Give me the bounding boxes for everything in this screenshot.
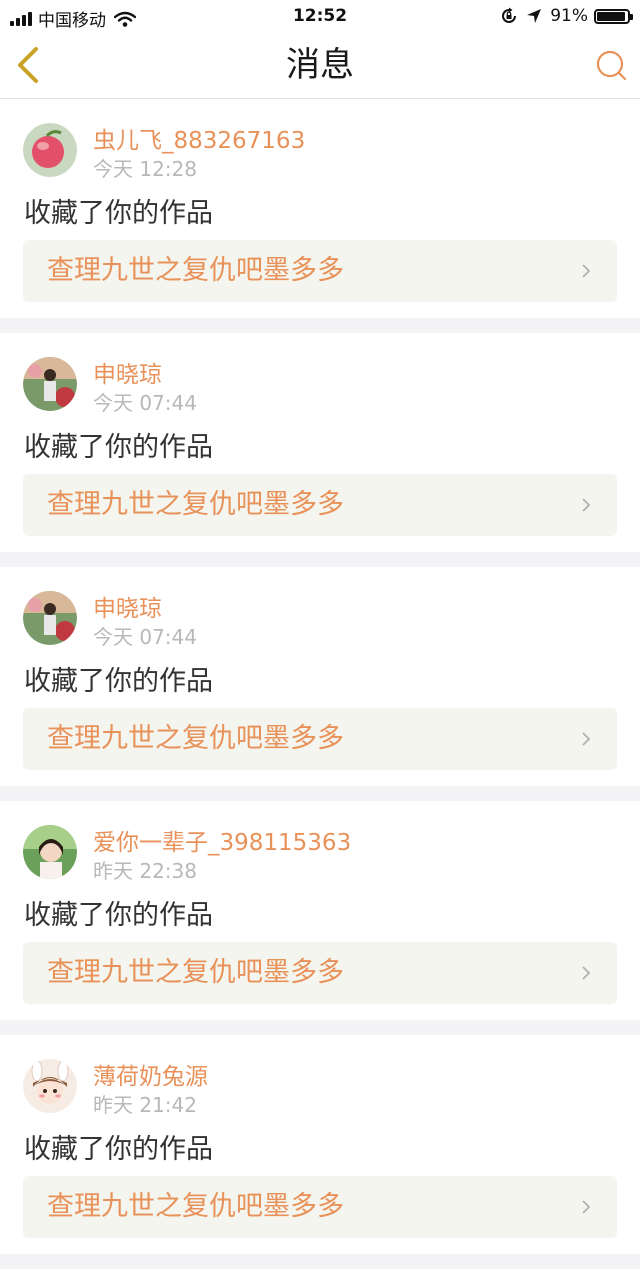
work-link[interactable]: 查理九世之复仇吧墨多多	[23, 1176, 617, 1238]
avatar[interactable]	[23, 825, 77, 879]
work-title: 查理九世之复仇吧墨多多	[47, 1191, 344, 1222]
message-action-text: 收藏了你的作品	[24, 432, 213, 463]
chevron-right-icon	[582, 264, 591, 278]
username-link[interactable]: 爱你一辈子_398115363	[93, 823, 351, 857]
avatar[interactable]	[23, 357, 77, 411]
rotation-lock-icon	[502, 7, 517, 23]
chevron-left-icon	[18, 47, 38, 83]
battery-percent: 91%	[550, 6, 588, 26]
status-bar: 中国移动 12:52 91%	[0, 0, 640, 32]
username-link[interactable]: 申晓琼	[93, 355, 162, 389]
message-card: 薄荷奶兔源 昨天 21:42 收藏了你的作品 查理九世之复仇吧墨多多	[0, 1035, 640, 1254]
search-button[interactable]	[594, 48, 628, 82]
work-title: 查理九世之复仇吧墨多多	[47, 723, 344, 754]
location-arrow-icon	[527, 9, 542, 23]
work-title: 查理九世之复仇吧墨多多	[47, 489, 344, 520]
chevron-right-icon	[582, 498, 591, 512]
message-card: 虫儿飞_883267163 今天 12:28 收藏了你的作品 查理九世之复仇吧墨…	[0, 99, 640, 318]
message-action-text: 收藏了你的作品	[24, 1134, 213, 1165]
work-link[interactable]: 查理九世之复仇吧墨多多	[23, 708, 617, 770]
nav-bar: 消息	[0, 32, 640, 99]
message-action-text: 收藏了你的作品	[24, 666, 213, 697]
chevron-right-icon	[582, 966, 591, 980]
work-title: 查理九世之复仇吧墨多多	[47, 255, 344, 286]
message-time: 昨天 22:38	[93, 859, 197, 883]
back-button[interactable]	[12, 44, 46, 86]
message-card: 爱你一辈子_398115363 昨天 22:38 收藏了你的作品 查理九世之复仇…	[0, 801, 640, 1020]
message-list: 虫儿飞_883267163 今天 12:28 收藏了你的作品 查理九世之复仇吧墨…	[0, 99, 640, 1269]
message-time: 今天 07:44	[93, 391, 197, 415]
work-link[interactable]: 查理九世之复仇吧墨多多	[23, 474, 617, 536]
page-title: 消息	[286, 45, 354, 85]
message-card: 申晓琼 今天 07:44 收藏了你的作品 查理九世之复仇吧墨多多	[0, 333, 640, 552]
message-time: 今天 07:44	[93, 625, 197, 649]
username-link[interactable]: 虫儿飞_883267163	[93, 121, 305, 155]
work-link[interactable]: 查理九世之复仇吧墨多多	[23, 942, 617, 1004]
avatar[interactable]	[23, 123, 77, 177]
search-icon	[596, 50, 627, 81]
battery-icon	[594, 8, 633, 24]
chevron-right-icon	[582, 1200, 591, 1214]
username-link[interactable]: 薄荷奶兔源	[93, 1057, 208, 1091]
message-time: 今天 12:28	[93, 157, 197, 181]
status-bar-right: 91%	[500, 6, 633, 26]
avatar[interactable]	[23, 591, 77, 645]
message-card: 申晓琼 今天 07:44 收藏了你的作品 查理九世之复仇吧墨多多	[0, 567, 640, 786]
message-action-text: 收藏了你的作品	[24, 198, 213, 229]
work-title: 查理九世之复仇吧墨多多	[47, 957, 344, 988]
message-action-text: 收藏了你的作品	[24, 900, 213, 931]
work-link[interactable]: 查理九世之复仇吧墨多多	[23, 240, 617, 302]
message-time: 昨天 21:42	[93, 1093, 197, 1117]
username-link[interactable]: 申晓琼	[93, 589, 162, 623]
avatar[interactable]	[23, 1059, 77, 1113]
chevron-right-icon	[582, 732, 591, 746]
